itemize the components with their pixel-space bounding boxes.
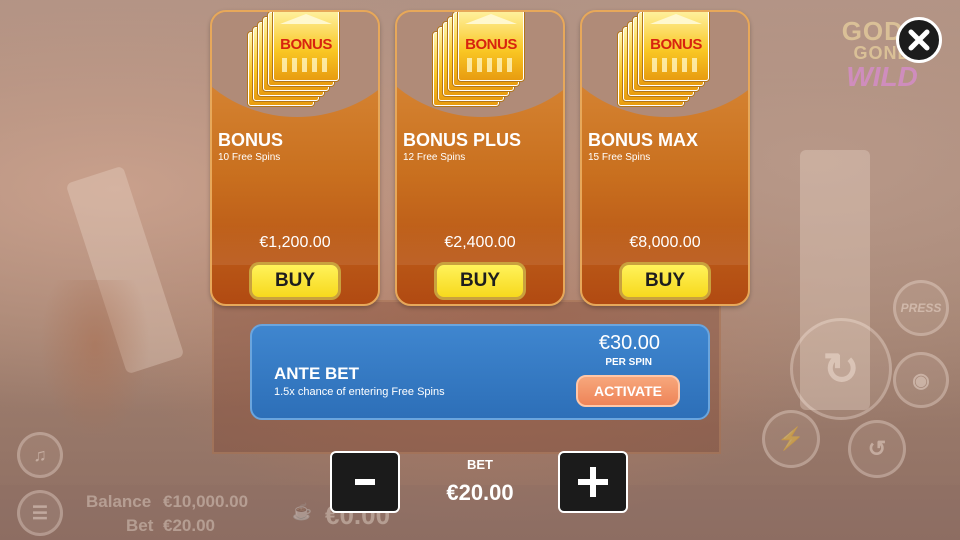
bonus-symbol-icon: BONUS <box>458 12 524 81</box>
buy-bonus-button[interactable]: BUY <box>249 262 341 300</box>
turbo-icon[interactable]: ⚡ <box>762 410 820 468</box>
spin-icon[interactable]: ↻ <box>790 318 892 420</box>
menu-icon[interactable]: ☰ <box>17 490 63 536</box>
bonus-symbol-stack: BONUS <box>248 12 339 108</box>
bonus-card-bonus-plus: BONUS BONUS PLUS 12 Free Spins €2,400.00… <box>395 10 565 306</box>
bonus-symbol-icon: BONUS <box>643 12 709 81</box>
card-title: BONUS MAX <box>588 130 699 150</box>
buy-bonus-plus-button[interactable]: BUY <box>434 262 526 300</box>
coins-icon[interactable]: ◉ <box>893 352 949 408</box>
hud-balance-label: Balance <box>86 492 152 511</box>
card-price: €1,200.00 <box>259 234 331 251</box>
card-subtitle: 15 Free Spins <box>588 152 651 163</box>
bet-label: BET <box>467 457 493 472</box>
ante-bet-price: €30.00 <box>598 332 660 354</box>
press-button[interactable]: PRESS <box>893 280 949 336</box>
decrease-bet-button[interactable] <box>330 451 400 513</box>
trophy-icon: ☕ <box>292 504 312 521</box>
card-price: €8,000.00 <box>629 234 701 251</box>
bonus-symbol-icon: BONUS <box>273 12 339 81</box>
hud-balance-value: €10,000.00 <box>163 492 249 511</box>
close-button[interactable] <box>896 17 942 63</box>
bonus-card-bonus: BONUS BONUS 10 Free Spins €1,200.00 BUY <box>210 10 380 306</box>
ante-bet-description: 1.5x chance of entering Free Spins <box>274 386 445 398</box>
card-price: €2,400.00 <box>444 234 516 251</box>
activate-ante-bet-button[interactable]: ACTIVATE <box>576 375 680 407</box>
hud-bet-label: Bet <box>126 516 154 535</box>
press-label: PRESS <box>900 301 942 315</box>
ante-bet-title: ANTE BET <box>274 364 359 383</box>
autoplay-icon[interactable]: ↺ <box>848 420 906 478</box>
buy-bonus-max-button[interactable]: BUY <box>619 262 711 300</box>
bet-value: €20.00 <box>446 480 514 505</box>
bonus-symbol-stack: BONUS <box>433 12 524 108</box>
minus-icon <box>355 479 375 485</box>
close-icon <box>908 29 930 51</box>
increase-bet-button[interactable] <box>558 451 628 513</box>
bonus-symbol-stack: BONUS <box>618 12 709 108</box>
plus-icon <box>578 467 608 497</box>
card-title: BONUS <box>218 130 284 150</box>
ante-bet-panel: ANTE BET 1.5x chance of entering Free Sp… <box>250 324 710 420</box>
card-title: BONUS PLUS <box>403 130 522 150</box>
ante-bet-price-unit: PER SPIN <box>605 357 652 368</box>
card-subtitle: 10 Free Spins <box>218 152 281 163</box>
owl-statue <box>40 280 150 440</box>
hud-bet-value: €20.00 <box>163 516 215 535</box>
sound-icon[interactable]: ♫ <box>17 432 63 478</box>
bonus-card-bonus-max: BONUS BONUS MAX 15 Free Spins €8,000.00 … <box>580 10 750 306</box>
card-subtitle: 12 Free Spins <box>403 152 466 163</box>
